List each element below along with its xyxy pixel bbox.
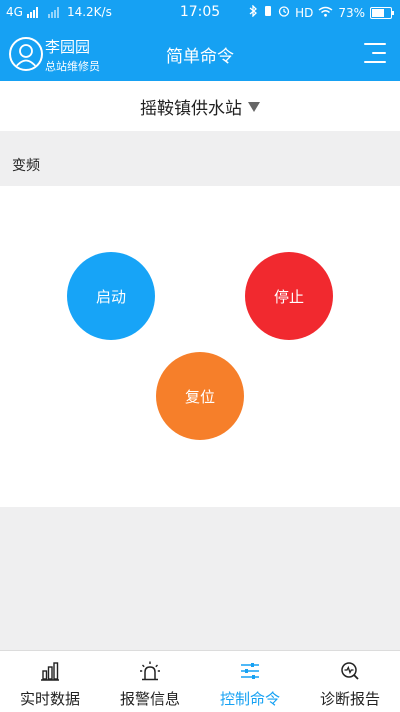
tab-realtime-data[interactable]: 实时数据 — [0, 651, 100, 712]
menu-icon[interactable] — [360, 41, 386, 65]
tab-control-commands[interactable]: 控制命令 — [200, 651, 300, 712]
control-panel: 启动 停止 复位 — [0, 186, 400, 507]
alarm-icon — [140, 661, 160, 681]
bar-chart-icon — [41, 662, 59, 681]
battery-icon — [370, 6, 394, 19]
reset-button[interactable]: 复位 — [156, 352, 244, 440]
diagnosis-icon — [341, 662, 359, 680]
tab-diagnosis-report[interactable]: 诊断报告 — [300, 651, 400, 712]
tab-label: 报警信息 — [119, 690, 180, 708]
alarm-clock-icon — [278, 5, 290, 20]
tab-label: 实时数据 — [19, 690, 80, 708]
bottom-tab-bar: 实时数据 报警信息 控制命令 诊断报告 — [0, 650, 400, 712]
hd-label: HD — [295, 5, 314, 20]
chevron-down-icon — [248, 102, 260, 112]
stop-button[interactable]: 停止 — [245, 252, 333, 340]
start-button[interactable]: 启动 — [67, 252, 155, 340]
tab-label: 诊断报告 — [319, 690, 380, 708]
vibrate-icon — [263, 5, 273, 20]
app-header: 李园园 总站维修员 简单命令 — [0, 26, 400, 81]
battery-percent: 73% — [338, 5, 365, 20]
wifi-icon — [318, 6, 333, 20]
tab-alarm-info[interactable]: 报警信息 — [100, 651, 200, 712]
status-bar: 4G 14.2K/s 17:05 HD 73% — [0, 0, 400, 26]
station-selector[interactable]: 摇鞍镇供水站 — [0, 81, 400, 131]
page-title: 简单命令 — [166, 47, 234, 67]
station-name: 摇鞍镇供水站 — [140, 98, 242, 119]
sliders-icon — [241, 663, 259, 679]
section-label: 变频 — [12, 158, 40, 174]
bluetooth-icon — [249, 4, 258, 20]
tab-label: 控制命令 — [219, 690, 280, 708]
